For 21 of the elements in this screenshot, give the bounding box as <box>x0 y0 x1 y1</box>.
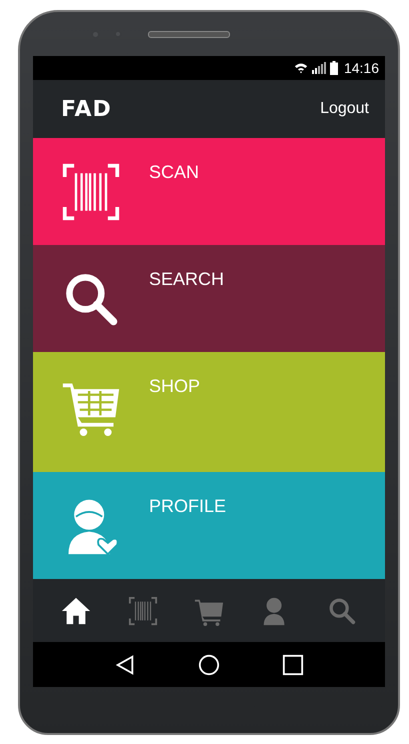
menu-tile[interactable]: SEARCH <box>33 245 385 352</box>
menu-tile[interactable]: PROFILE <box>33 472 385 579</box>
tile-label: SEARCH <box>149 269 224 290</box>
home-circle-icon[interactable] <box>198 654 220 676</box>
search-icon <box>326 596 357 626</box>
menu-tile[interactable]: SHOP <box>33 352 385 472</box>
tile-label: SCAN <box>149 162 200 183</box>
menu-tile[interactable]: SCAN <box>33 138 385 245</box>
barcode-icon <box>61 162 121 222</box>
back-icon[interactable] <box>114 654 136 676</box>
signal-icon <box>312 62 326 74</box>
tile-label: PROFILE <box>149 496 226 517</box>
wifi-icon <box>294 62 308 74</box>
logout-link[interactable]: Logout <box>320 100 369 118</box>
app-logo: FAD <box>61 96 112 122</box>
home-icon <box>61 596 92 626</box>
recents-icon[interactable] <box>282 654 304 676</box>
tile-label: SHOP <box>149 376 200 397</box>
clock-time: 14:16 <box>344 60 379 76</box>
barcode-icon <box>128 596 158 626</box>
battery-icon <box>330 61 338 75</box>
